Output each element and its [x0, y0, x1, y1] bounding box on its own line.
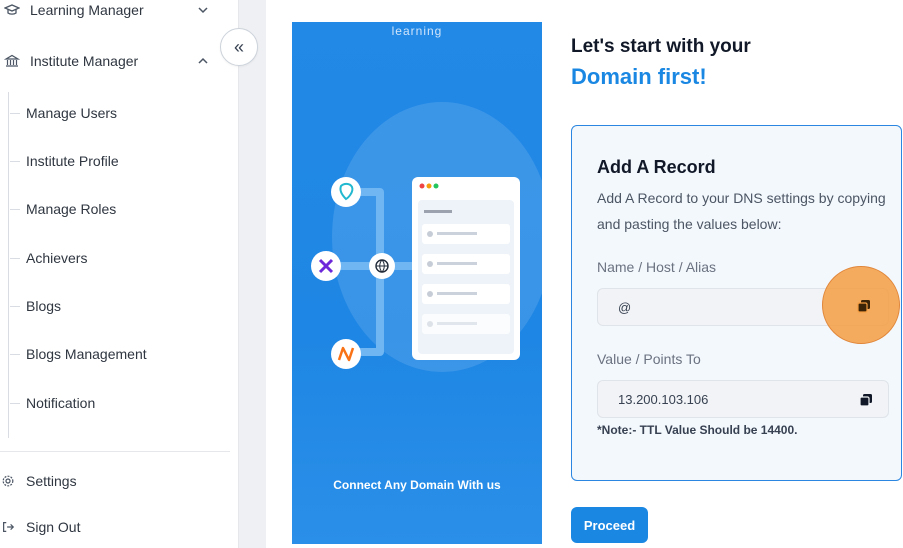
- sidebar-divider: [0, 451, 230, 452]
- sign-out-icon: [0, 519, 16, 535]
- sidebar-item-settings[interactable]: Settings: [0, 470, 230, 492]
- sidebar: Learning Manager Institute Manager Manag…: [0, 0, 239, 548]
- sidebar-item-institute-profile[interactable]: Institute Profile: [10, 147, 220, 175]
- sidebar-item-notification[interactable]: Notification: [10, 389, 220, 417]
- graduation-cap-icon: [4, 2, 20, 18]
- hero-brand-text: learning: [391, 24, 443, 38]
- double-chevron-left-icon: «: [233, 36, 244, 57]
- sidebar-item-institute-manager[interactable]: Institute Manager: [0, 50, 230, 72]
- sidebar-item-label: Manage Users: [26, 105, 118, 121]
- gear-icon: [0, 473, 16, 489]
- sidebar-item-learning-manager[interactable]: Learning Manager: [0, 0, 230, 20]
- sidebar-item-blogs[interactable]: Blogs: [10, 292, 220, 320]
- record-title: Add A Record: [597, 157, 716, 177]
- name-field-value: @: [618, 299, 632, 315]
- sidebar-item-manage-users[interactable]: Manage Users: [10, 99, 220, 127]
- ttl-note: *Note:- TTL Value Should be 14400.: [597, 423, 798, 437]
- sidebar-item-label: Blogs: [26, 298, 62, 314]
- sidebar-item-label: Notification: [26, 395, 96, 411]
- sidebar-item-label: Blogs Management: [26, 346, 147, 362]
- name-field-label: Name / Host / Alias: [597, 259, 717, 275]
- sidebar-item-label: Settings: [26, 473, 77, 489]
- value-points-to-field[interactable]: 13.200.103.106: [597, 380, 889, 418]
- chevron-up-icon: [198, 57, 208, 64]
- hero-caption: Connect Any Domain With us: [333, 478, 501, 492]
- top-bar: [266, 0, 903, 22]
- sidebar-item-achievers[interactable]: Achievers: [10, 244, 220, 272]
- sidebar-item-label: Institute Manager: [30, 53, 139, 69]
- collapse-sidebar-button[interactable]: «: [220, 28, 258, 66]
- sidebar-item-blogs-management[interactable]: Blogs Management: [10, 340, 220, 368]
- sidebar-item-label: Institute Profile: [26, 153, 119, 169]
- sidebar-item-sign-out[interactable]: Sign Out: [0, 516, 230, 538]
- proceed-button[interactable]: Proceed: [571, 507, 648, 543]
- sidebar-item-label: Learning Manager: [30, 2, 144, 18]
- hero-illustration-panel: learning Connect Any Domain With us: [292, 22, 542, 544]
- sidebar-item-manage-roles[interactable]: Manage Roles: [10, 195, 220, 223]
- chevron-down-icon: [198, 7, 208, 14]
- page-title: Let's start with your: [571, 36, 751, 57]
- submenu-guide-line: [8, 92, 9, 438]
- sidebar-item-label: Achievers: [26, 250, 88, 266]
- value-field-value: 13.200.103.106: [618, 391, 709, 407]
- copy-name-icon[interactable]: [856, 298, 872, 314]
- page-subtitle: Domain first!: [571, 64, 707, 89]
- record-description: Add A Record to your DNS settings by cop…: [597, 190, 886, 232]
- sidebar-item-label: Sign Out: [26, 519, 81, 535]
- domain-connect-illustration: [311, 177, 520, 369]
- sidebar-item-label: Manage Roles: [26, 201, 117, 217]
- value-field-label: Value / Points To: [597, 351, 701, 367]
- institute-icon: [4, 53, 20, 69]
- copy-value-icon[interactable]: [858, 392, 874, 408]
